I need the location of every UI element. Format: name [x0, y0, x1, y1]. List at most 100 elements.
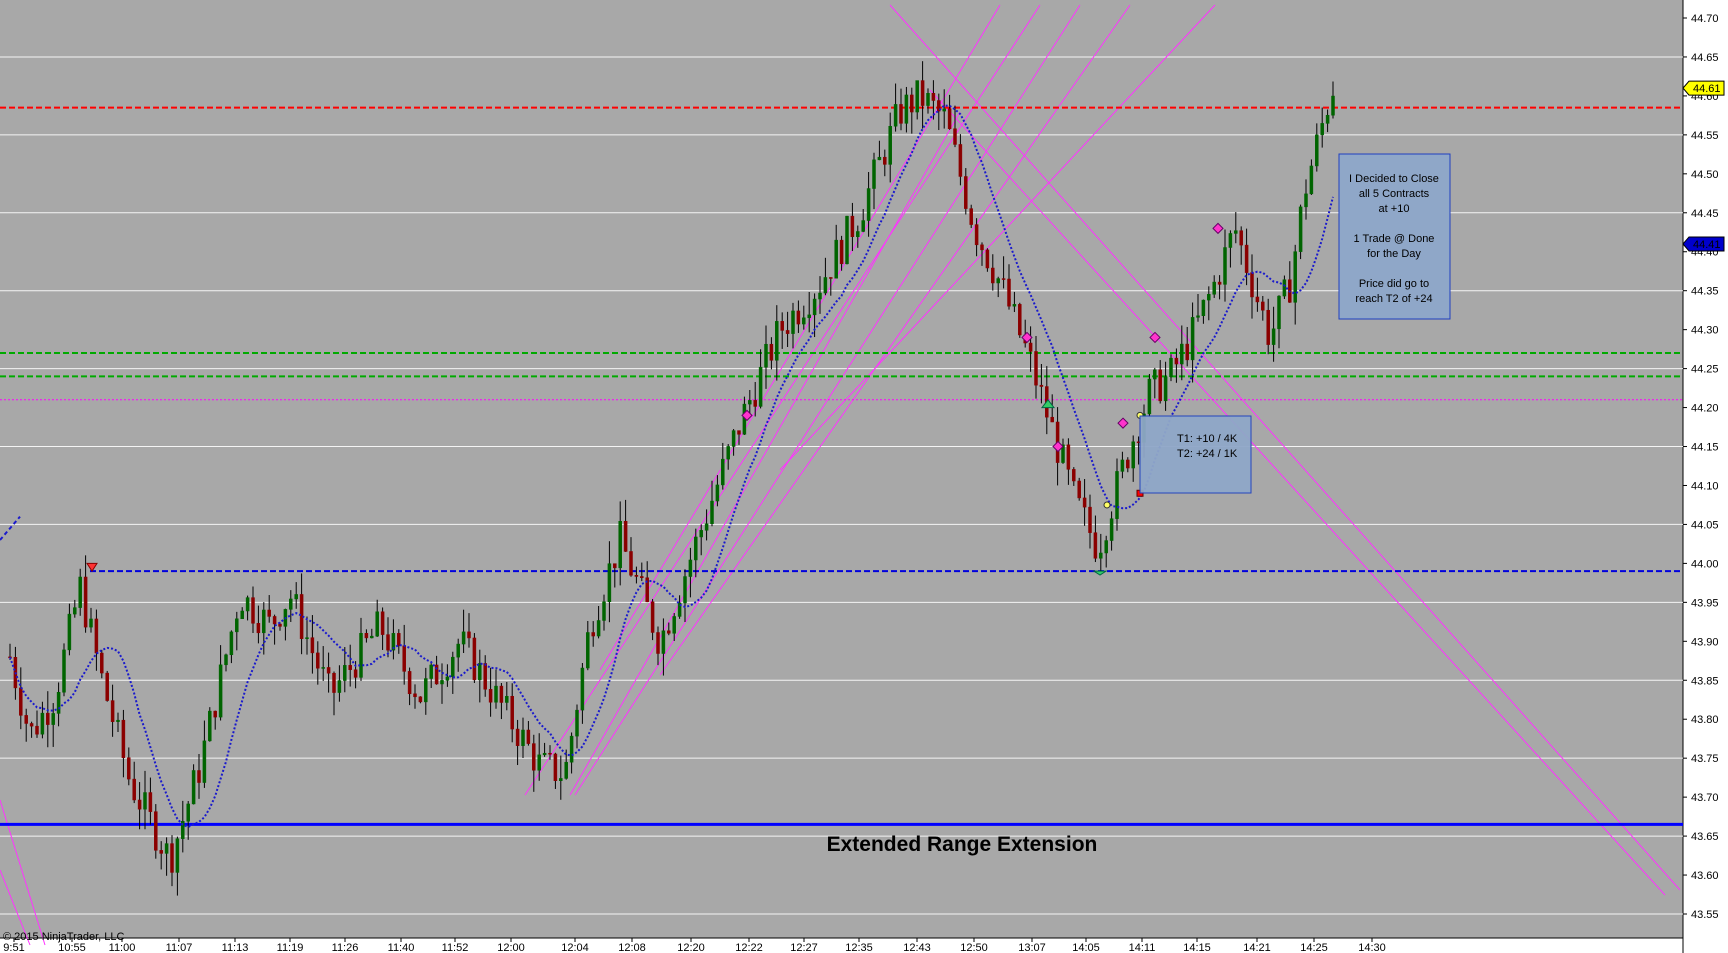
candle-body [575, 709, 579, 737]
candle-body [359, 633, 363, 678]
candle-body [424, 678, 428, 703]
candle-body [164, 843, 169, 854]
candle-body [1039, 384, 1044, 387]
price-chart[interactable]: 44.7044.6544.6044.5544.5044.4544.4044.35… [0, 0, 1728, 953]
candle-body [154, 811, 158, 851]
candle-body [731, 430, 736, 447]
candle-body [316, 652, 320, 669]
candle-body [602, 601, 606, 621]
candle-body [380, 611, 385, 635]
candle-body [1104, 540, 1108, 554]
candle-body [1223, 247, 1227, 285]
time-tick-label: 14:25 [1300, 942, 1328, 953]
targets-note-line: T2: +24 / 1K [1177, 448, 1238, 460]
candle-body [235, 618, 239, 633]
candle-body [1266, 309, 1270, 345]
candle-body [591, 632, 595, 637]
candle-body [197, 770, 201, 783]
candle-body [758, 366, 763, 407]
price-tick-label: 43.65 [1691, 831, 1719, 843]
candle-body [553, 753, 558, 781]
candle-body [893, 104, 898, 127]
time-tick-label: 12:43 [903, 942, 931, 953]
time-tick-label: 12:00 [497, 942, 525, 953]
candle-body [1325, 114, 1330, 124]
candle-body [753, 400, 757, 407]
candle-body [996, 278, 1000, 284]
candle-body [40, 712, 45, 735]
candle-body [224, 654, 228, 666]
candle-body [629, 551, 633, 576]
candle-body [1282, 279, 1287, 297]
candle-body [1293, 251, 1297, 303]
candle-body [321, 667, 325, 669]
decision-note-line: reach T2 of +24 [1355, 293, 1432, 305]
candle-body [780, 321, 784, 331]
candle-body [1093, 532, 1098, 559]
candle-body [375, 611, 379, 637]
candle-body [1228, 233, 1233, 248]
candle-body [1207, 294, 1211, 301]
candle-body [1099, 552, 1103, 559]
price-tick-label: 44.15 [1691, 442, 1719, 454]
candle-body [326, 667, 331, 674]
candle-body [834, 239, 838, 279]
price-tick-label: 44.05 [1691, 519, 1719, 531]
time-tick-label: 12:04 [561, 942, 589, 953]
candle-body [24, 715, 28, 724]
candle-body [688, 559, 693, 577]
time-tick-label: 12:27 [790, 942, 818, 953]
time-tick-label: 12:20 [677, 942, 705, 953]
candle-body [915, 80, 919, 113]
candle-body [251, 597, 255, 624]
candle-body [1261, 301, 1265, 311]
candle-body [748, 400, 752, 405]
candle-body [883, 156, 887, 165]
time-tick-label: 10:55 [58, 942, 86, 953]
candle-body [953, 128, 957, 145]
ma-value-marker-label: 44.41 [1693, 239, 1721, 251]
decision-note-line: for the Day [1367, 248, 1421, 260]
time-tick-label: 14:30 [1358, 942, 1386, 953]
candle-body [1115, 471, 1119, 519]
candle-body [143, 792, 147, 810]
candle-body [202, 740, 207, 783]
price-tick-label: 43.60 [1691, 870, 1719, 882]
candle-body [618, 520, 622, 569]
price-tick-label: 44.00 [1691, 558, 1719, 570]
candle-body [1271, 328, 1276, 345]
candle-body [850, 215, 855, 238]
candle-body [1180, 343, 1184, 365]
candle-body [1147, 378, 1152, 415]
candle-body [170, 843, 174, 873]
candle-body [1028, 342, 1033, 352]
candle-body [461, 631, 466, 645]
range-extension-label: Extended Range Extension [827, 833, 1098, 856]
candle-body [1120, 459, 1125, 472]
candle-body [1315, 134, 1319, 167]
candle-body [364, 633, 369, 639]
candle-body [386, 634, 390, 651]
candle-body [78, 576, 82, 608]
candle-body [175, 838, 180, 873]
candle-body [980, 244, 984, 251]
candle-body [105, 672, 109, 701]
candle-body [769, 343, 774, 361]
candle-body [1234, 230, 1238, 234]
candle-body [623, 520, 628, 552]
candle-body [1169, 357, 1173, 377]
candle-body [121, 719, 126, 758]
candle-body [634, 575, 639, 577]
candle-body [262, 609, 266, 634]
candle-body [1001, 278, 1006, 280]
candle-body [218, 664, 223, 718]
candle-body [1277, 295, 1281, 330]
candle-body [127, 757, 131, 780]
candle-body [353, 669, 358, 678]
price-tick-label: 43.55 [1691, 909, 1719, 921]
candle-body [710, 500, 714, 525]
candle-body [35, 725, 39, 735]
price-tick-label: 44.70 [1691, 13, 1719, 25]
time-tick-label: 11:00 [109, 942, 136, 953]
candle-body [499, 685, 504, 703]
